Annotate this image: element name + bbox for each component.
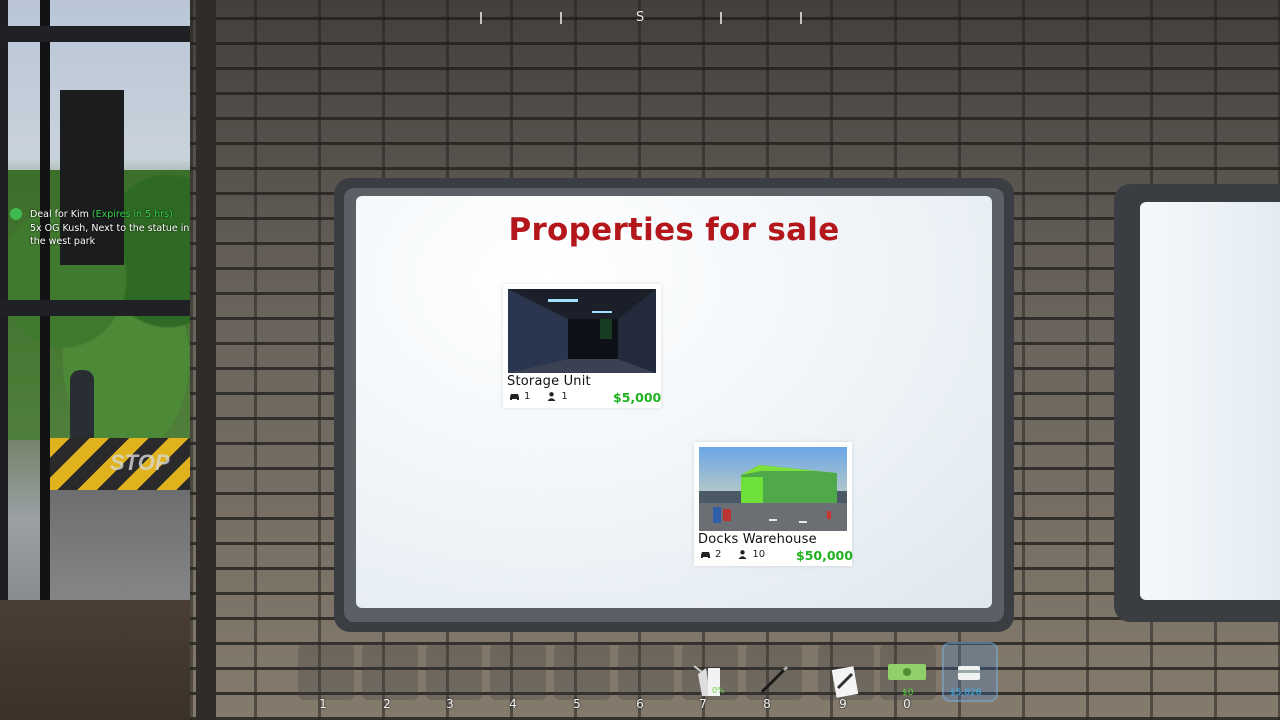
slot-number: 6 bbox=[636, 697, 644, 711]
vehicle-capacity: 1 bbox=[524, 391, 531, 402]
compass-tick bbox=[480, 12, 482, 24]
slot-number: 4 bbox=[509, 697, 517, 711]
watering-can-icon bbox=[693, 665, 720, 696]
slot-number: 3 bbox=[446, 697, 454, 711]
compass-tick bbox=[560, 12, 562, 24]
car-icon bbox=[510, 394, 519, 400]
listing-storage-unit[interactable]: Storage Unit 1 1 $5,000 bbox=[503, 284, 661, 408]
wall-edge bbox=[196, 0, 216, 720]
car-icon bbox=[701, 552, 710, 558]
employee-capacity: 10 bbox=[752, 549, 766, 560]
person-icon bbox=[738, 550, 747, 559]
hotbar-slot-8[interactable] bbox=[746, 644, 802, 700]
quest-expiry: (Expires in 5 hrs) bbox=[91, 209, 173, 220]
listing-price: $5,000 bbox=[613, 390, 662, 405]
quest-title: Deal for Kim (Expires in 5 hrs) bbox=[30, 208, 173, 221]
window-frame-rail bbox=[0, 300, 210, 316]
second-board bbox=[1140, 202, 1280, 600]
slot-number: 5 bbox=[573, 697, 581, 711]
compass-heading: S bbox=[636, 10, 645, 25]
compass-bar: S bbox=[420, 8, 860, 32]
floor bbox=[0, 600, 200, 720]
compass-tick bbox=[720, 12, 722, 24]
baton-icon bbox=[760, 665, 789, 694]
hotbar: 0% $0 $5,826 bbox=[298, 642, 1000, 702]
vehicle-capacity: 2 bbox=[715, 549, 722, 560]
listing-name: Storage Unit bbox=[507, 374, 591, 389]
compass-tick bbox=[800, 12, 802, 24]
hotbar-slot-5[interactable] bbox=[554, 644, 610, 700]
hotbar-slot-4[interactable] bbox=[490, 644, 546, 700]
hotbar-slot-7[interactable]: 0% bbox=[682, 644, 738, 700]
listing-docks-warehouse[interactable]: Docks Warehouse 2 10 $50,000 bbox=[694, 442, 853, 566]
bank-balance: $5,826 bbox=[950, 688, 982, 698]
slot-number: 9 bbox=[839, 697, 847, 711]
stop-text: STOP bbox=[110, 450, 170, 475]
npc-figure bbox=[70, 370, 94, 440]
docks-warehouse-photo bbox=[699, 447, 847, 531]
stop-barrier: STOP bbox=[50, 438, 200, 490]
hotbar-slot-1[interactable] bbox=[298, 644, 354, 700]
slot-number: 2 bbox=[383, 697, 391, 711]
properties-board bbox=[356, 196, 992, 608]
listing-price: $50,000 bbox=[796, 548, 853, 563]
window-frame-top bbox=[0, 26, 210, 42]
listing-meta: 1 1 bbox=[509, 391, 568, 402]
listing-meta: 2 10 bbox=[700, 549, 765, 560]
listing-name: Docks Warehouse bbox=[698, 532, 817, 547]
slot-number: 1 bbox=[319, 697, 327, 711]
hotbar-slot-6[interactable] bbox=[618, 644, 674, 700]
storage-unit-photo bbox=[508, 289, 656, 373]
wallet-card-slot[interactable]: $5,826 bbox=[942, 642, 998, 702]
quest-name: Deal for Kim bbox=[30, 209, 89, 220]
slot-number: 7 bbox=[699, 697, 707, 711]
hotbar-slot-0-cash[interactable]: $0 bbox=[880, 644, 936, 700]
slot-number: 8 bbox=[763, 697, 771, 711]
slot-number: 0 bbox=[903, 697, 911, 711]
deal-icon bbox=[10, 208, 22, 220]
board-title: Properties for sale bbox=[508, 212, 840, 248]
employee-capacity: 1 bbox=[561, 391, 568, 402]
quest-details: 5x OG Kush, Next to the statue in the we… bbox=[30, 223, 190, 247]
hotbar-slot-9[interactable] bbox=[818, 644, 874, 700]
hotbar-slot-3[interactable] bbox=[426, 644, 482, 700]
document-icon bbox=[831, 666, 859, 698]
hotbar-slot-2[interactable] bbox=[362, 644, 418, 700]
slot7-percent: 0% bbox=[712, 686, 725, 695]
person-icon bbox=[547, 392, 556, 401]
